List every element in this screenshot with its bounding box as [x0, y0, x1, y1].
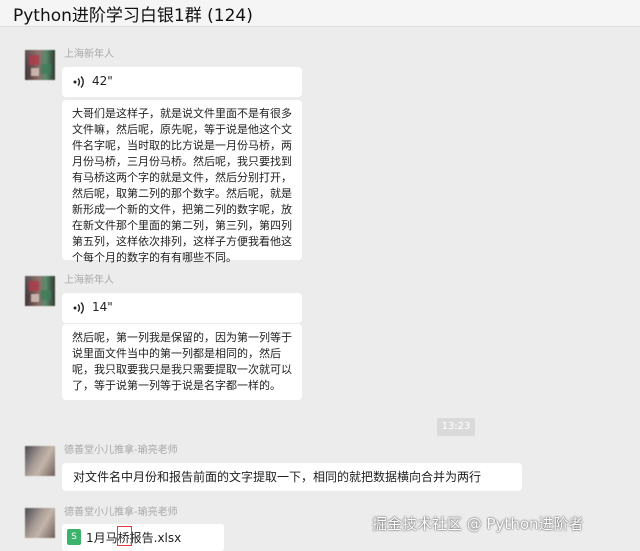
transcript-line: 大哥们是这样子，就是说文件里面不是有很多: [72, 107, 292, 120]
watermark: 掘金技术社区 @ Python进阶者: [372, 515, 584, 533]
voice-message[interactable]: 14": [62, 293, 302, 323]
avatar[interactable]: [25, 446, 55, 476]
transcript-line: 有马桥这两个字的就是文件，然后分别打开，: [72, 171, 292, 184]
voice-duration: 42": [92, 74, 113, 88]
voice-transcript: 然后呢，第一列我是保留的，因为第一列等于 说里面文件当中的第一列都是相同的，然后…: [62, 324, 302, 400]
transcript-line: 然后呢，第一列我是保留的，因为第一列等于: [72, 331, 292, 344]
file-name: 1月马桥报告.xlsx: [86, 531, 182, 545]
transcript-line: 个每个月的数字的有有哪些不同。: [72, 251, 237, 264]
transcript-line: 在新文件那个里面的第二列，第三列，第四列: [72, 219, 292, 232]
chat-header: Python进阶学习白银1群 (124): [0, 0, 640, 27]
sender-name: 德善堂小儿推拿-瑜亮老师: [64, 445, 178, 456]
file-message[interactable]: S 1月马桥报告.xlsx: [62, 524, 224, 551]
transcript-line: 新形成一个新的文件，把第二列的数字呢，放: [72, 203, 292, 216]
avatar[interactable]: [25, 276, 55, 306]
transcript-line: 件名字呢，当时取的比方说是一月份马桥，两: [72, 139, 292, 152]
voice-duration: 14": [92, 300, 113, 314]
transcript-line: 说里面文件当中的第一列都是相同的，然后: [72, 347, 281, 360]
sender-name: 上海新年人: [64, 49, 114, 60]
transcript-line: 了，等于说第一列等于说是名字都一样的。: [72, 379, 281, 392]
highlight-box: [117, 526, 132, 546]
transcript-line: 月份马桥，三月份马桥。然后呢，我只要找到: [72, 155, 292, 168]
transcript-line: 第五列，这样依次排列，这样子方便我看他这: [72, 235, 292, 248]
chat-title[interactable]: Python进阶学习白银1群 (124): [13, 1, 253, 26]
voice-wave-icon: [73, 302, 84, 314]
voice-transcript: 大哥们是这样子，就是说文件里面不是有很多 文件嘛，然后呢，原先呢，等于说是他这个…: [62, 100, 302, 264]
transcript-line: 然后呢，取第二列的那个数字。然后呢，就是: [72, 187, 292, 200]
sender-name: 德善堂小儿推拿-瑜亮老师: [64, 507, 178, 518]
avatar[interactable]: [25, 508, 55, 538]
avatar[interactable]: [25, 50, 55, 80]
excel-file-icon: S: [67, 529, 81, 545]
message-text: 对文件名中月份和报告前面的文字提取一下，相同的就把数据横向合并为两行: [73, 470, 482, 484]
timestamp: 13:23: [437, 418, 475, 436]
text-message: 对文件名中月份和报告前面的文字提取一下，相同的就把数据横向合并为两行: [62, 463, 522, 491]
transcript-line: 呢，我只取要我只是我只需要提取一次就可以: [72, 363, 292, 376]
voice-message[interactable]: 42": [62, 67, 302, 97]
voice-wave-icon: [73, 76, 84, 88]
sender-name: 上海新年人: [64, 275, 114, 286]
transcript-line: 文件嘛，然后呢，原先呢，等于说是他这个文: [72, 123, 292, 136]
